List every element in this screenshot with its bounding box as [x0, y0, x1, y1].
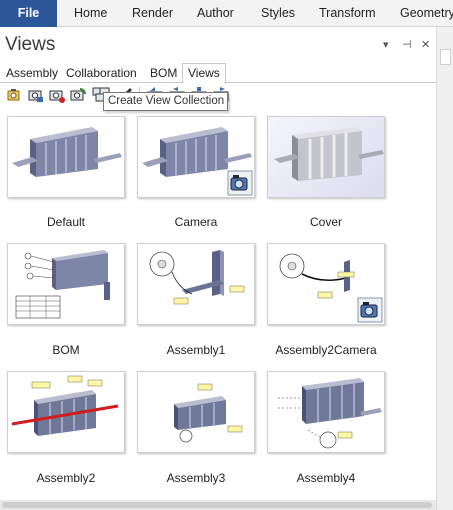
menu-render[interactable]: Render — [132, 0, 173, 27]
create-camera-view-icon[interactable] — [27, 86, 45, 104]
menu-geometry[interactable]: Geometry — [400, 0, 453, 27]
view-label: Assembly2Camera — [275, 343, 377, 357]
record-view-icon[interactable] — [48, 86, 66, 104]
tab-bom[interactable]: BOM — [150, 65, 177, 83]
view-label: BOM — [52, 343, 80, 357]
update-view-icon[interactable] — [69, 86, 87, 104]
menu-styles[interactable]: Styles — [261, 0, 295, 27]
view-thumbnail-assembly2[interactable] — [7, 371, 125, 453]
panel-title: Views — [5, 34, 56, 55]
side-handle[interactable] — [440, 49, 451, 65]
view-label: Assembly1 — [166, 343, 226, 357]
view-label: Default — [46, 215, 86, 229]
panel-dropdown-icon[interactable]: ▾ — [383, 38, 389, 51]
camera-badge-icon — [227, 170, 253, 196]
ribbon-menu-bar: File Home Render Author Styles Transform… — [0, 0, 453, 27]
view-thumbnail-assembly1[interactable] — [137, 243, 255, 325]
horizontal-scrollbar[interactable] — [0, 500, 436, 510]
tab-views[interactable]: Views — [182, 63, 226, 84]
pin-icon[interactable]: ⊣ — [402, 38, 412, 51]
menu-home[interactable]: Home — [74, 0, 107, 27]
view-thumbnail-assembly3[interactable] — [137, 371, 255, 453]
view-thumbnail-assembly2camera[interactable] — [267, 243, 385, 325]
tab-assembly[interactable]: Assembly — [6, 65, 58, 83]
view-thumbnail-bom[interactable] — [7, 243, 125, 325]
panel-tabs: Assembly Collaboration BOM Views — [0, 63, 436, 84]
view-thumbnail-cover[interactable] — [267, 116, 385, 198]
view-label: Assembly3 — [166, 471, 226, 485]
tab-collaboration[interactable]: Collaboration — [66, 65, 137, 83]
view-thumbnail-assembly4[interactable] — [267, 371, 385, 453]
view-label: Camera — [174, 215, 218, 229]
view-thumbnail-default[interactable] — [7, 116, 125, 198]
menu-file[interactable]: File — [0, 0, 57, 27]
view-thumbnail-camera[interactable] — [137, 116, 255, 198]
right-side-strip — [436, 27, 453, 510]
tooltip: Create View Collection — [103, 92, 228, 111]
close-icon[interactable]: ✕ — [421, 38, 430, 51]
view-label: Assembly2 — [36, 471, 96, 485]
scrollbar-thumb[interactable] — [2, 502, 432, 508]
view-label: Assembly4 — [296, 471, 356, 485]
camera-badge-icon — [357, 297, 383, 323]
view-label: Cover — [309, 215, 342, 229]
create-view-icon[interactable] — [5, 86, 23, 104]
menu-author[interactable]: Author — [197, 0, 234, 27]
menu-transform[interactable]: Transform — [319, 0, 376, 27]
